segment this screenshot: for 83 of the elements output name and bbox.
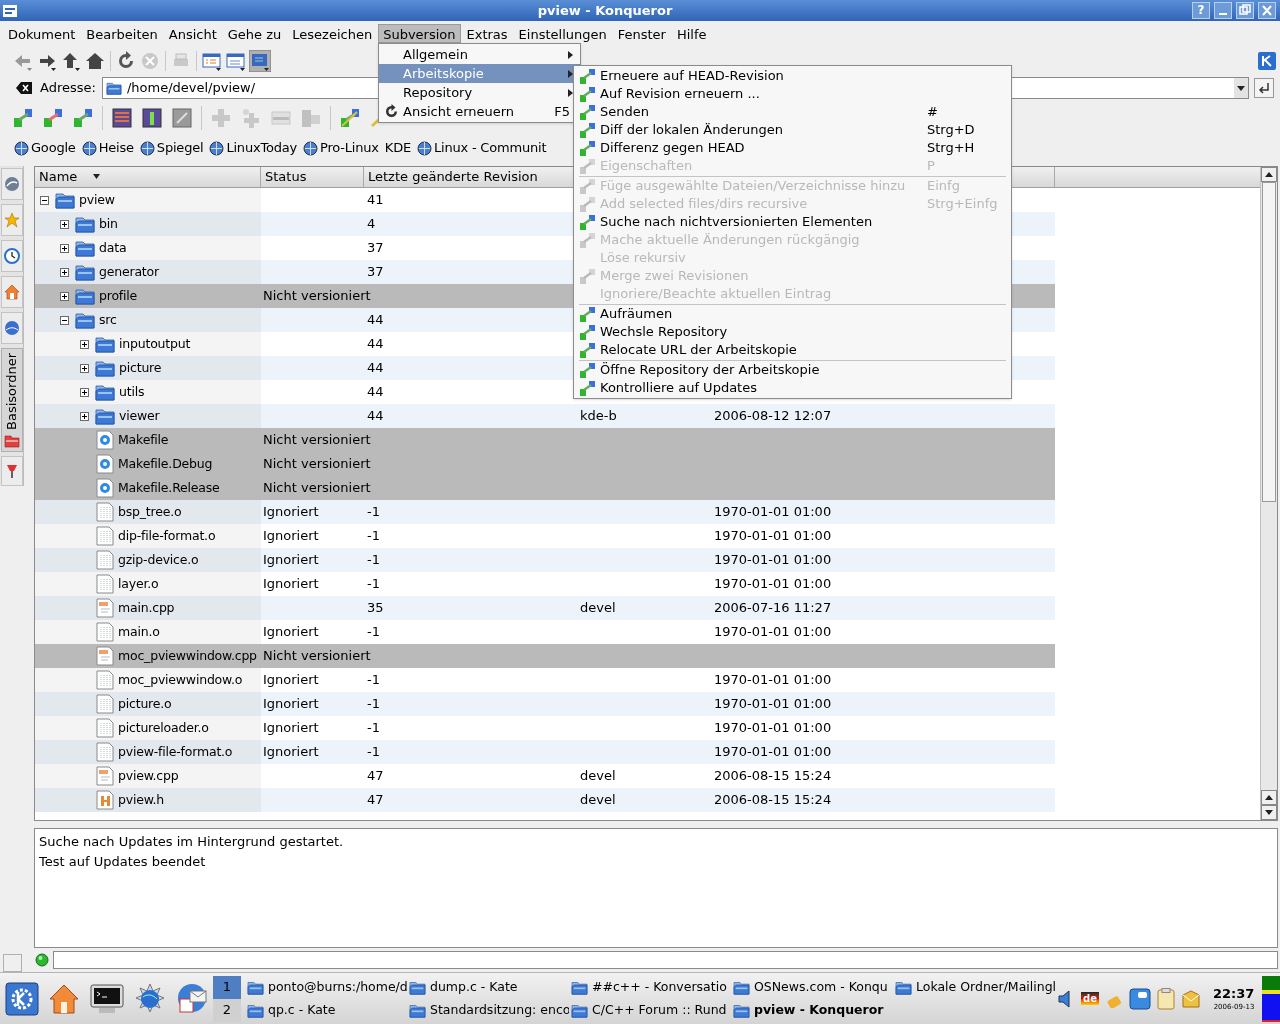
- status-cell: Nicht versioniert: [263, 648, 371, 664]
- revision-cell: -1: [367, 624, 380, 640]
- revision-cell: -1: [367, 528, 380, 544]
- date-cell: 1970-01-01 01:00: [714, 504, 832, 520]
- revision-cell: 44: [367, 408, 384, 424]
- file-name: picture.o: [118, 694, 172, 713]
- revision-cell: -1: [367, 720, 380, 736]
- date-cell: 1970-01-01 01:00: [714, 528, 832, 544]
- file-name: main.o: [118, 622, 160, 641]
- author-cell: devel: [580, 600, 616, 616]
- file-name: viewer: [119, 406, 160, 425]
- revision-cell: 4: [367, 216, 376, 232]
- address-label: Adresse:: [40, 79, 96, 98]
- file-name: Makefile.Debug: [118, 454, 213, 473]
- log-line: Suche nach Updates im Hintergrund gestartet.: [39, 833, 345, 851]
- date-cell: 1970-01-01 01:00: [714, 744, 832, 760]
- file-name: pview.cpp: [118, 766, 179, 785]
- author-cell: devel: [580, 768, 616, 784]
- status-cell: Ignoriert: [263, 624, 319, 640]
- window-title: pview - Konqueror: [537, 1, 673, 20]
- file-name: Makefile: [118, 430, 169, 449]
- file-name: moc_pviewwindow.cpp: [118, 646, 257, 665]
- file-name: inputoutput: [119, 334, 191, 353]
- file-name: data: [99, 238, 127, 257]
- revision-cell: 35: [367, 600, 384, 616]
- revision-cell: 41: [367, 192, 384, 208]
- revision-cell: 44: [367, 336, 384, 352]
- status-cell: Ignoriert: [263, 672, 319, 688]
- file-name: moc_pviewwindow.o: [118, 670, 243, 689]
- status-cell: Nicht versioniert: [263, 456, 371, 472]
- status-cell: Ignoriert: [263, 576, 319, 592]
- status-cell: Ignoriert: [263, 504, 319, 520]
- date-cell: 1970-01-01 01:00: [714, 672, 832, 688]
- status-cell: Nicht versioniert: [263, 480, 371, 496]
- date-cell: 1970-01-01 01:00: [714, 552, 832, 568]
- file-name: dip-file-format.o: [118, 526, 216, 545]
- author-cell: kde-b: [580, 408, 617, 424]
- author-cell: devel: [580, 792, 616, 808]
- revision-cell: -1: [367, 744, 380, 760]
- revision-cell: 44: [367, 360, 384, 376]
- status-cell: Nicht versioniert: [263, 288, 371, 304]
- date-cell: 1970-01-01 01:00: [714, 720, 832, 736]
- file-name: pview-file-format.o: [118, 742, 233, 761]
- file-name: picture: [119, 358, 162, 377]
- status-cell: Nicht versioniert: [263, 432, 371, 448]
- revision-cell: 37: [367, 240, 384, 256]
- clock: 22:37: [1212, 985, 1255, 1003]
- file-name: generator: [99, 262, 159, 281]
- revision-cell: 37: [367, 264, 384, 280]
- log-line: Test auf Updates beendet: [39, 852, 207, 871]
- revision-cell: 44: [367, 312, 384, 328]
- date-cell: 2006-07-16 11:27: [714, 600, 832, 616]
- file-name: utils: [119, 382, 145, 401]
- status-cell: Ignoriert: [263, 696, 319, 712]
- file-name: profile: [99, 286, 138, 305]
- file-name: bin: [99, 214, 118, 233]
- date-cell: 1970-01-01 01:00: [714, 576, 832, 592]
- revision-cell: -1: [367, 672, 380, 688]
- status-cell: Ignoriert: [263, 744, 319, 760]
- revision-cell: 44: [367, 384, 384, 400]
- revision-cell: -1: [367, 576, 380, 592]
- status-cell: Ignoriert: [263, 528, 319, 544]
- date-cell: 2006-08-15 15:24: [714, 768, 832, 784]
- date-cell: 2006-08-15 15:24: [714, 792, 832, 808]
- date-cell: 1970-01-01 01:00: [714, 624, 832, 640]
- date-cell: 2006-08-12 12:07: [714, 408, 832, 424]
- date-cell: 1970-01-01 01:00: [714, 696, 832, 712]
- status-cell: Ignoriert: [263, 552, 319, 568]
- revision-cell: -1: [367, 552, 380, 568]
- status-cell: Ignoriert: [263, 720, 319, 736]
- file-name: main.cpp: [118, 598, 175, 617]
- file-name: gzip-device.o: [118, 550, 199, 569]
- file-name: bsp_tree.o: [118, 502, 182, 521]
- revision-cell: -1: [367, 696, 380, 712]
- file-name: src: [99, 310, 117, 329]
- file-name: pview: [79, 190, 115, 209]
- revision-cell: 47: [367, 768, 384, 784]
- file-name: Makefile.Release: [118, 478, 220, 497]
- revision-cell: -1: [367, 504, 380, 520]
- file-name: layer.o: [118, 574, 159, 593]
- revision-cell: 47: [367, 792, 384, 808]
- file-name: pview.h: [118, 790, 165, 809]
- file-name: pictureloader.o: [118, 718, 209, 737]
